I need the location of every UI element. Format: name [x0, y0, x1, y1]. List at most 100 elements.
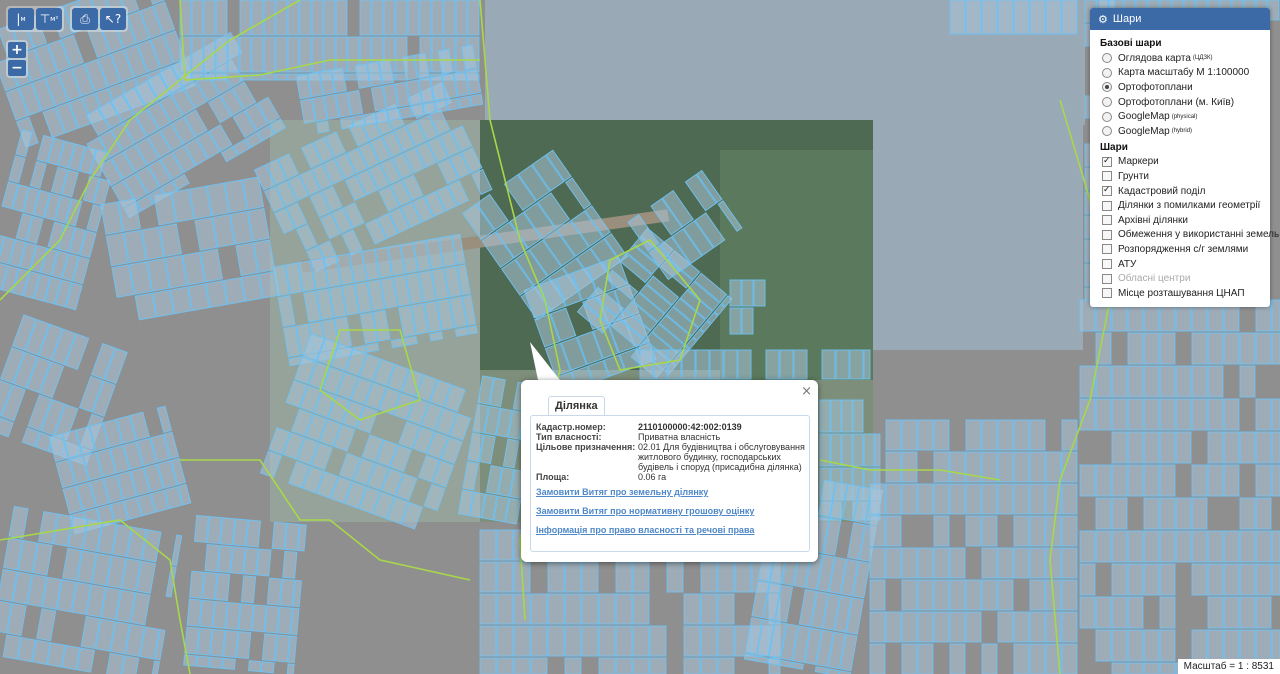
info-row: Тип власності: Приватна власність	[536, 432, 808, 442]
radio-button[interactable]	[1102, 53, 1112, 64]
overlay-layer-option[interactable]: Маркери	[1090, 155, 1270, 170]
parcel	[841, 433, 853, 467]
parcel	[1239, 497, 1256, 530]
tools-group: ⎙ ↖?	[70, 6, 128, 32]
parcel	[219, 517, 236, 546]
parcel	[407, 0, 420, 36]
parcel	[209, 656, 223, 669]
parcel	[454, 326, 469, 337]
checkbox[interactable]	[1102, 171, 1112, 182]
radio-button[interactable]	[1102, 111, 1112, 122]
parcel	[187, 283, 210, 311]
parcel	[700, 561, 718, 593]
parcel	[1111, 563, 1128, 596]
parcel	[737, 349, 752, 380]
checkbox[interactable]	[1102, 244, 1112, 255]
checkbox[interactable]	[1102, 259, 1112, 270]
parcel	[1255, 596, 1272, 629]
parcel	[700, 625, 718, 657]
parcel	[1255, 530, 1272, 563]
parcel	[1255, 629, 1272, 662]
measure-length-button[interactable]: | м	[8, 8, 34, 30]
overlay-layer-option[interactable]: Розпорядження с/г землями	[1090, 242, 1270, 257]
map-canvas[interactable]	[0, 0, 1280, 674]
parcel	[387, 108, 401, 122]
parcel	[709, 349, 724, 380]
overlay-layer-label: Розпорядження с/г землями	[1118, 243, 1249, 255]
base-layer-option[interactable]: Оглядова карта (ЦДЗК)	[1090, 51, 1270, 66]
parcel	[434, 99, 448, 113]
parcel	[695, 349, 710, 380]
base-layer-option[interactable]: Ортофотоплани (м. Київ)	[1090, 95, 1270, 110]
parcel	[863, 349, 871, 380]
parcel	[1159, 431, 1176, 464]
parcel	[323, 0, 336, 36]
parcel	[632, 561, 650, 593]
overlay-layer-option[interactable]: Грунти	[1090, 169, 1270, 184]
parcel	[275, 73, 288, 81]
parcel	[933, 515, 950, 547]
base-layer-label: Ортофотоплани	[1118, 81, 1193, 93]
close-icon[interactable]: ×	[801, 384, 812, 399]
parcel	[1045, 547, 1062, 579]
checkbox[interactable]	[1102, 288, 1112, 299]
radio-button[interactable]	[1102, 97, 1112, 108]
parcel	[496, 593, 514, 625]
parcel	[256, 548, 272, 577]
layers-header[interactable]: ⚙ Шари	[1090, 8, 1270, 30]
order-valuation-link[interactable]: Замовити Витяг про нормативну грошову оц…	[536, 506, 754, 516]
parcel	[467, 0, 480, 36]
parcel	[1079, 464, 1096, 497]
base-layer-option[interactable]: Карта масштабу М 1:100000	[1090, 66, 1270, 81]
parcel	[1223, 464, 1240, 497]
overlay-layer-option[interactable]: Місце розташування ЦНАП	[1090, 286, 1270, 301]
checkbox[interactable]	[1102, 229, 1112, 240]
identify-button[interactable]: ↖?	[100, 8, 126, 30]
base-layer-option[interactable]: Ортофотоплани	[1090, 80, 1270, 95]
zoom-in-button[interactable]: +	[8, 42, 26, 58]
parcel	[513, 593, 531, 625]
parcel	[240, 575, 257, 604]
cadastral-map[interactable]	[0, 0, 1280, 674]
print-button[interactable]: ⎙	[72, 8, 98, 30]
parcel	[1191, 332, 1208, 365]
overlay-layer-option[interactable]: Архівні ділянки	[1090, 213, 1270, 228]
overlay-layer-option[interactable]: АТУ	[1090, 257, 1270, 272]
parcel	[496, 529, 514, 561]
checkbox[interactable]	[1102, 215, 1112, 226]
parcel	[1159, 563, 1176, 596]
measure-area-button[interactable]: ⊤ м²	[36, 8, 62, 30]
parcel	[997, 0, 1014, 35]
base-layer-sup: (physical)	[1171, 113, 1198, 120]
tab-parcel[interactable]: Ділянка	[548, 396, 605, 416]
parcel	[223, 277, 246, 305]
parcel	[1029, 611, 1046, 643]
parcel	[581, 593, 599, 625]
parcel	[1159, 530, 1176, 563]
parcel	[949, 643, 966, 674]
overlay-layer-option[interactable]: Ділянки з помилками геометрії	[1090, 198, 1270, 213]
overlay-layer-option[interactable]: Кадастровий поділ	[1090, 184, 1270, 199]
checkbox[interactable]	[1102, 156, 1112, 167]
base-layer-option[interactable]: GoogleMap (hybrid)	[1090, 124, 1270, 139]
parcel	[683, 657, 701, 674]
checkbox[interactable]	[1102, 200, 1112, 211]
parcel	[1239, 365, 1256, 398]
parcel	[134, 292, 157, 321]
ownership-info-link[interactable]: Інформація про право власності та речові…	[536, 525, 754, 535]
checkbox[interactable]	[1102, 186, 1112, 197]
parcel	[717, 657, 735, 674]
info-row: Цільове призначення: 02.01 Для будівництв…	[536, 442, 808, 472]
zoom-out-button[interactable]: −	[8, 60, 26, 76]
radio-button[interactable]	[1102, 67, 1112, 78]
parcel	[238, 603, 254, 632]
order-extract-link[interactable]: Замовити Витяг про земельну ділянку	[536, 487, 708, 497]
parcel	[981, 547, 998, 579]
overlay-layer-option[interactable]: Обмеження у використанні земель	[1090, 228, 1279, 243]
parcel	[997, 547, 1014, 579]
base-layer-option[interactable]: GoogleMap (physical)	[1090, 109, 1270, 124]
parcel	[1111, 398, 1128, 431]
radio-button[interactable]	[1102, 82, 1112, 93]
parcel	[564, 593, 582, 625]
radio-button[interactable]	[1102, 126, 1112, 137]
